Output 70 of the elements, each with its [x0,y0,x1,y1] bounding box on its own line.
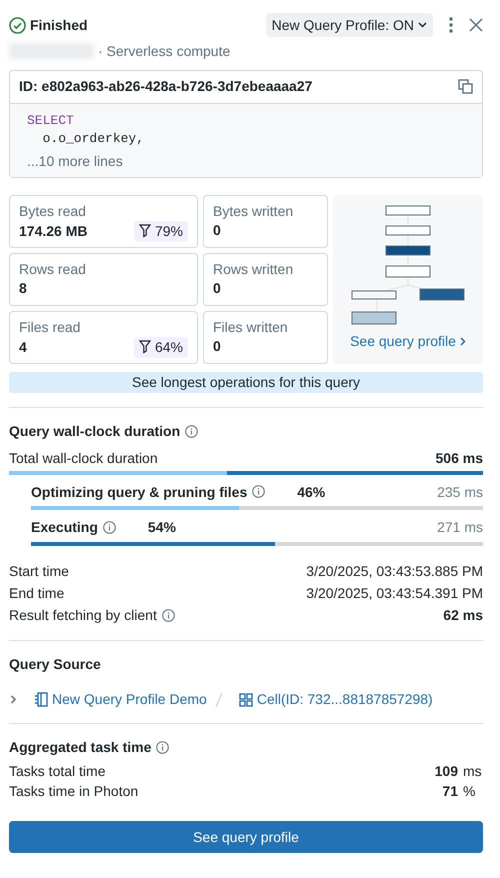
cell-link[interactable]: Cell(ID: 732...88187857298) [238,690,433,710]
duration-value: 506 ms [436,448,483,468]
time-label: Result fetching by client [9,606,157,626]
time-label: End time [9,584,64,604]
task-label: Tasks total time [9,762,106,781]
section-title: Aggregated task time [9,738,152,757]
phase-label: Optimizing query & pruning files [31,482,248,502]
time-label: Start time [9,562,69,582]
expand-toggle[interactable] [9,695,18,704]
close-button[interactable] [469,18,483,32]
stat-label: Files written [213,318,289,337]
filter-percent: 64% [154,338,183,357]
more-lines-text: ...10 more lines [27,152,124,172]
stat-label: Bytes read [19,202,87,221]
duration-label: Total wall-clock duration [9,448,158,468]
stat-value: 0 [213,220,221,240]
time-value: 62 ms [443,606,483,626]
stat-value: 0 [213,336,221,356]
time-value: 3/20/2025, 03:43:53.885 PM [306,562,483,582]
stat-label: Files read [19,318,82,337]
info-icon [252,485,266,498]
task-unit: % [463,782,476,801]
notebook-icon [34,692,48,708]
stat-label: Rows written [213,260,294,279]
see-query-profile-link[interactable]: See query profile [350,332,466,351]
notebook-link[interactable]: New Query Profile Demo [34,690,207,710]
task-value: 109 [434,762,458,781]
see-query-profile-button[interactable]: See query profile [9,820,483,853]
sql-keyword: SELECT [27,112,75,130]
close-icon [469,18,483,32]
info-icon [102,521,116,534]
grid-icon [238,692,253,707]
slash-separator-icon [214,692,223,708]
filter-icon [138,224,151,238]
stat-value: 4 [19,338,27,357]
chevron-right-icon [460,336,466,346]
phase-time: 235 ms [437,482,483,502]
stat-value: 174.26 MB [19,222,88,241]
phase-time: 271 ms [437,518,483,538]
compute-label: · Serverless compute [98,42,230,61]
stat-label: Rows read [19,260,87,279]
task-label: Tasks time in Photon [9,782,138,801]
info-icon [162,608,175,622]
task-value: 71 [442,782,458,801]
check-circle-icon [9,16,26,34]
stat-label: Bytes written [213,202,294,221]
phase-label: Executing [31,518,98,538]
profile-dropdown[interactable]: New Query Profile: ON [266,12,433,38]
filter-icon [138,340,151,354]
phase-percent: 46% [297,482,326,502]
time-value: 3/20/2025, 03:43:54.391 PM [306,584,483,604]
more-options-button[interactable] [449,17,453,33]
filter-percent: 79% [154,222,183,241]
stat-value: 0 [213,278,221,298]
info-icon [185,424,198,438]
section-title: Query wall-clock duration [9,422,180,441]
phase-percent: 54% [148,518,176,538]
sql-line: o.o_orderkey, [42,130,146,148]
copy-icon [458,79,473,94]
kebab-icon [449,17,453,33]
section-title: Query Source [9,655,102,674]
caret-icon [418,22,427,28]
status-text: Finished [30,16,88,34]
info-icon [156,741,170,754]
chevron-right-icon [9,695,18,704]
longest-operations-button[interactable]: See longest operations for this query [9,372,483,393]
query-id: ID: e802a963-ab26-428a-b726-3d7ebeaaaa27 [19,77,312,96]
task-unit: ms [463,762,483,781]
stat-value: 8 [19,278,27,298]
copy-button[interactable] [458,79,473,94]
